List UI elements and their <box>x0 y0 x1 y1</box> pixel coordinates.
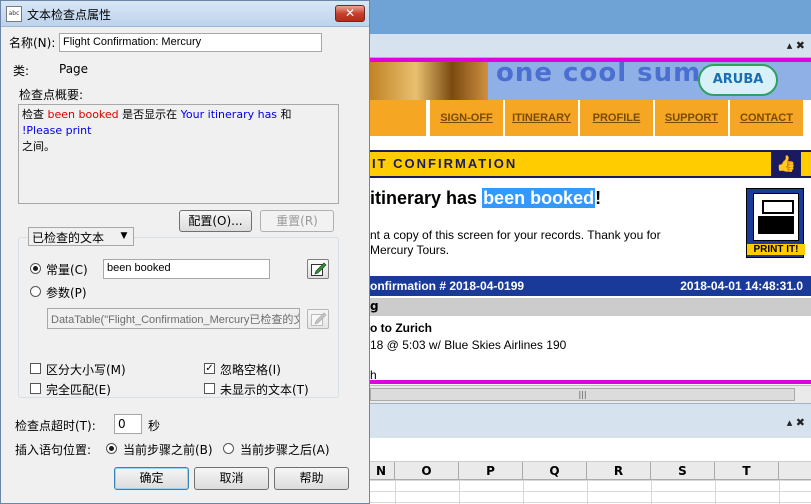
timeout-unit: 秒 <box>148 419 161 433</box>
column-header[interactable]: O <box>395 462 459 480</box>
flight-route: o to Zurich <box>370 321 432 335</box>
highlighted-checked-text: been booked <box>482 188 596 208</box>
parameter-value-input[interactable]: DataTable("Flight_Confirmation_Mercury已检… <box>47 308 300 329</box>
nav-profile-link[interactable]: PROFILE <box>578 100 653 136</box>
edit-constant-button[interactable] <box>307 259 329 279</box>
flight-section-header: g <box>368 298 811 316</box>
cancel-button[interactable]: 取消 <box>194 467 269 490</box>
horizontal-scrollbar[interactable]: ||| <box>368 385 811 403</box>
case-sensitive-label[interactable]: 区分大小写(M) <box>46 361 126 378</box>
constant-label[interactable]: 常量(C) <box>46 261 88 278</box>
checkpoint-summary: 检查 been booked 是否显示在 Your itinerary has … <box>18 104 339 204</box>
background-panel-header: ▴ ✖ <box>368 34 811 58</box>
column-header[interactable]: N <box>368 462 395 480</box>
site-nav: SIGN-OFF ITINERARY PROFILE SUPPORT CONTA… <box>368 100 811 136</box>
confirmation-header-bar: IT CONFIRMATION 👍 <box>368 150 811 178</box>
itinerary-message: nt a copy of this screen for your record… <box>370 228 661 257</box>
print-button[interactable]: PRINT IT! <box>746 188 805 258</box>
scrollbar-thumb[interactable]: ||| <box>370 388 795 401</box>
dialog-titlebar[interactable]: abc 文本检查点属性 ✕ <box>1 1 369 27</box>
background-application: ▴ ✖ one cool summer ARUBA SIGN-OFF ITINE… <box>368 0 811 504</box>
nav-contact-link[interactable]: CONTACT <box>728 100 803 136</box>
help-button[interactable]: 帮助 <box>274 467 349 490</box>
data-table-formula-bar[interactable] <box>368 438 811 462</box>
ignore-spaces-label[interactable]: 忽略空格(I) <box>220 361 281 378</box>
reset-button[interactable]: 重置(R) <box>260 210 334 232</box>
summary-label: 检查点概要: <box>19 88 84 102</box>
column-header[interactable]: R <box>587 462 651 480</box>
checkmark-icon: ✓ <box>205 363 214 374</box>
parameter-label[interactable]: 参数(P) <box>46 284 87 301</box>
nav-spacer <box>368 100 426 136</box>
background-window-area <box>368 0 811 34</box>
confirmation-number: onfirmation # 2018-04-0199 <box>370 279 525 293</box>
abc-icon: abc <box>6 6 22 22</box>
before-step-radio[interactable] <box>106 443 117 454</box>
panel-pin-icon[interactable]: ▴ ✖ <box>787 416 805 429</box>
constant-value-input[interactable]: been booked <box>103 259 270 279</box>
configure-button[interactable]: 配置(O)... <box>179 210 252 232</box>
print-label: PRINT IT! <box>747 244 805 255</box>
column-header[interactable]: P <box>459 462 523 480</box>
nav-support-link[interactable]: SUPPORT <box>653 100 728 136</box>
timeout-input[interactable]: 0 <box>114 414 142 434</box>
ignore-spaces-checkbox[interactable]: ✓ <box>204 363 215 374</box>
case-sensitive-checkbox[interactable] <box>30 363 41 374</box>
exact-match-label[interactable]: 完全匹配(E) <box>46 381 111 398</box>
edit-icon <box>311 262 327 276</box>
dialog-title: 文本检查点属性 <box>27 8 112 22</box>
checked-text: been booked <box>47 108 119 121</box>
close-button[interactable]: ✕ <box>335 5 365 22</box>
after-step-radio[interactable] <box>223 443 234 454</box>
promo-banner: one cool summer ARUBA <box>368 62 811 100</box>
edit-parameter-button[interactable] <box>307 309 329 329</box>
insert-position-label: 插入语句位置: <box>15 443 92 457</box>
column-header[interactable]: T <box>715 462 779 480</box>
checked-text-dropdown[interactable]: 已检查的文本 ▼ <box>28 227 134 246</box>
thumbs-up-icon: 👍 <box>771 150 801 178</box>
banner-image <box>368 62 488 100</box>
data-table-grid[interactable] <box>368 480 811 504</box>
ok-button[interactable]: 确定 <box>114 467 189 490</box>
class-label: 类: <box>13 64 30 78</box>
web-page-view: one cool summer ARUBA SIGN-OFF ITINERARY… <box>368 58 811 385</box>
column-header[interactable]: Q <box>523 462 587 480</box>
after-step-label[interactable]: 当前步骤之后(A) <box>240 441 330 458</box>
text-checkpoint-properties-dialog: abc 文本检查点属性 ✕ 名称(N): Flight Confirmation… <box>0 0 370 504</box>
constant-radio[interactable] <box>30 263 41 274</box>
confirmation-number-row: onfirmation # 2018-04-0199 2018-04-01 14… <box>368 276 811 296</box>
nav-sign-off-link[interactable]: SIGN-OFF <box>428 100 503 136</box>
printer-icon <box>753 193 799 241</box>
checkpoint-highlight-border-bottom <box>368 380 811 384</box>
exact-match-checkbox[interactable] <box>30 383 41 394</box>
class-value: Page <box>59 62 89 76</box>
aruba-logo: ARUBA <box>698 64 778 96</box>
confirmation-datetime: 2018-04-01 14:48:31.0 <box>680 279 803 293</box>
text-not-displayed-label[interactable]: 未显示的文本(T) <box>220 381 309 398</box>
text-not-displayed-checkbox[interactable] <box>204 383 215 394</box>
flight-detail: 18 @ 5:03 w/ Blue Skies Airlines 190 <box>370 338 567 352</box>
chevron-down-icon: ▼ <box>120 231 128 241</box>
before-step-label[interactable]: 当前步骤之前(B) <box>123 441 213 458</box>
name-label: 名称(N): <box>9 36 56 50</box>
panel-pin-icon[interactable]: ▴ ✖ <box>787 39 805 52</box>
column-header[interactable]: S <box>651 462 715 480</box>
edit-icon <box>311 312 327 326</box>
data-table-column-headers: N O P Q R S T <box>368 462 811 480</box>
timeout-label: 检查点超时(T): <box>15 419 96 433</box>
parameter-radio[interactable] <box>30 286 41 297</box>
text-after: !Please print <box>22 124 92 137</box>
name-input[interactable]: Flight Confirmation: Mercury <box>59 33 322 52</box>
nav-itinerary-link[interactable]: ITINERARY <box>503 100 578 136</box>
data-table-panel-header: ▴ ✖ <box>368 403 811 438</box>
itinerary-heading: itinerary has been booked! <box>370 188 602 208</box>
confirmation-title: IT CONFIRMATION <box>372 156 518 171</box>
text-before: Your itinerary has <box>180 108 278 121</box>
